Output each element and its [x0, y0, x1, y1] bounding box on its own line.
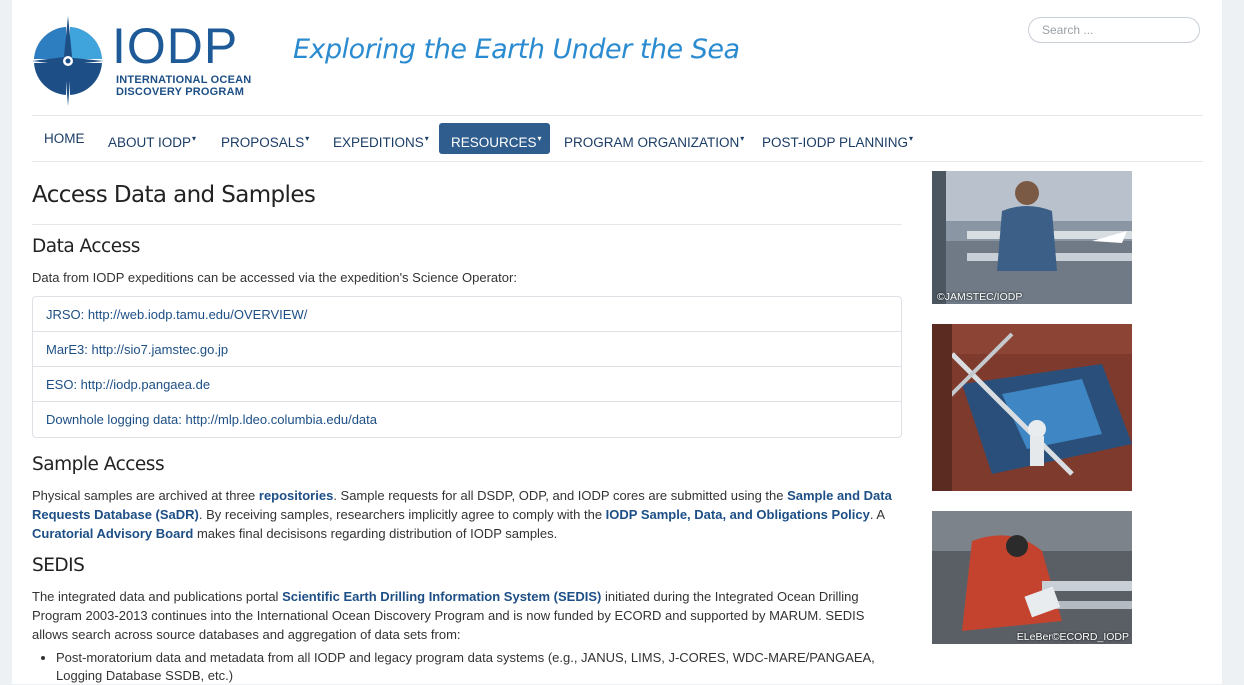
nav-item-home[interactable]: HOME	[32, 123, 97, 154]
core-lab-photo	[932, 511, 1132, 644]
text-span: . Sample requests for all DSDP, ODP, and…	[333, 488, 788, 503]
caret-down-icon: ▾	[909, 134, 914, 143]
main-nav: HOME ABOUT IODP▾ PROPOSALS▾ EXPEDITIONS▾…	[32, 115, 1203, 162]
nav-item-program-organization[interactable]: PROGRAM ORGANIZATION▾	[552, 123, 756, 154]
sedis-link[interactable]: Scientific Earth Drilling Information Sy…	[282, 589, 601, 604]
list-item-downhole-logging[interactable]: Downhole logging data: http://mlp.ldeo.c…	[33, 402, 901, 437]
sidebar-photo-lab[interactable]: ©JAMSTEC/IODP	[932, 171, 1132, 304]
nav-item-expeditions[interactable]: EXPEDITIONS▾	[321, 123, 441, 154]
logo-subtitle-line2: DISCOVERY PROGRAM	[116, 86, 245, 98]
nav-item-label: HOME	[44, 131, 85, 146]
data-access-heading: Data Access	[32, 236, 140, 257]
nav-item-post-iodp-planning[interactable]: POST-IODP PLANNING▾	[750, 123, 925, 154]
page-title: Access Data and Samples	[32, 182, 316, 208]
divider	[32, 224, 902, 225]
sidebar-photo-ship-deck[interactable]	[932, 324, 1132, 491]
sidebar-photo-core-lab[interactable]: ELeBer©ECORD_IODP	[932, 511, 1132, 644]
logo-title: IODP	[112, 18, 239, 74]
nav-item-about-iodp[interactable]: ABOUT IODP▾	[96, 123, 208, 154]
sample-access-heading: Sample Access	[32, 454, 165, 475]
caret-down-icon: ▾	[192, 134, 197, 143]
photo-credit: ©JAMSTEC/IODP	[937, 291, 1023, 303]
nav-item-label: PROPOSALS	[221, 135, 305, 150]
text-span: . By receiving samples, researchers impl…	[198, 507, 606, 522]
list-item-mare3[interactable]: MarE3: http://sio7.jamstec.go.jp	[33, 332, 901, 367]
iodp-logo[interactable]: IODP INTERNATIONAL OCEAN DISCOVERY PROGR…	[32, 16, 272, 108]
list-item-eso[interactable]: ESO: http://iodp.pangaea.de	[33, 367, 901, 402]
sedis-paragraph: The integrated data and publications por…	[32, 587, 902, 644]
logo-subtitle: INTERNATIONAL OCEAN DISCOVERY PROGRAM	[116, 74, 251, 98]
list-item-jrso[interactable]: JRSO: http://web.iodp.tamu.edu/OVERVIEW/	[33, 297, 901, 332]
science-operator-list: JRSO: http://web.iodp.tamu.edu/OVERVIEW/…	[32, 296, 902, 438]
nav-item-proposals[interactable]: PROPOSALS▾	[209, 123, 321, 154]
text-span: makes final decisisons regarding distrib…	[193, 526, 558, 541]
repositories-link[interactable]: repositories	[259, 488, 333, 503]
caret-down-icon: ▾	[740, 134, 745, 143]
sedis-heading: SEDIS	[32, 555, 85, 576]
text-span: The integrated data and publications por…	[32, 589, 283, 604]
text-span: Physical samples are archived at three	[32, 488, 259, 503]
sedis-bullet-list: Post-moratorium data and metadata from a…	[32, 649, 902, 685]
data-access-intro: Data from IODP expeditions can be access…	[32, 270, 517, 285]
nav-item-label: EXPEDITIONS	[333, 135, 424, 150]
photo-credit: ELeBer©ECORD_IODP	[1016, 631, 1129, 643]
nav-item-label: RESOURCES	[451, 135, 537, 150]
sample-access-paragraph: Physical samples are archived at three r…	[32, 486, 902, 543]
caret-down-icon: ▾	[424, 134, 429, 143]
nav-item-label: PROGRAM ORGANIZATION	[564, 135, 740, 150]
page: IODP INTERNATIONAL OCEAN DISCOVERY PROGR…	[12, 0, 1222, 684]
nav-item-label: ABOUT IODP	[108, 135, 192, 150]
site-tagline: Exploring the Earth Under the Sea	[293, 34, 740, 65]
compass-logo-icon	[32, 16, 104, 106]
obligations-policy-link[interactable]: IODP Sample, Data, and Obligations Polic…	[606, 507, 870, 522]
list-item: Post-moratorium data and metadata from a…	[56, 649, 902, 685]
caret-down-icon: ▾	[305, 134, 310, 143]
logo-subtitle-line1: INTERNATIONAL OCEAN	[116, 74, 252, 86]
nav-item-label: POST-IODP PLANNING	[762, 135, 909, 150]
caret-down-icon: ▾	[537, 134, 542, 143]
curatorial-advisory-board-link[interactable]: Curatorial Advisory Board	[32, 526, 193, 541]
nav-item-resources[interactable]: RESOURCES▾	[439, 123, 550, 154]
ship-deck-photo	[932, 324, 1132, 491]
lab-scientist-photo	[932, 171, 1132, 304]
text-span: . A	[869, 507, 885, 522]
search-input[interactable]	[1028, 17, 1200, 43]
